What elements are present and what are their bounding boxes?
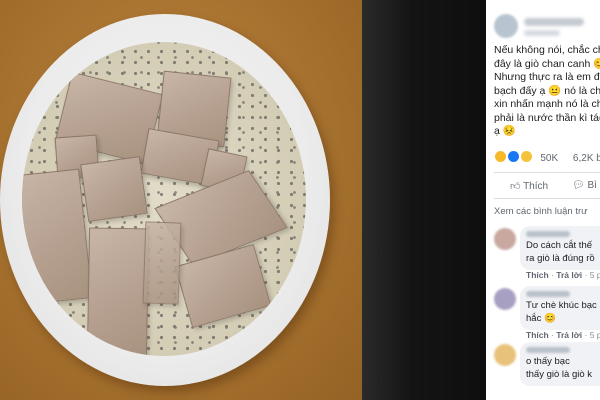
view-previous-comments-link[interactable]: Xem các bình luận trư bbox=[494, 206, 588, 217]
like-button[interactable]: 👍︎ Thích bbox=[510, 180, 548, 192]
divider bbox=[494, 172, 600, 173]
comment-text-line: hắc 😊 bbox=[526, 312, 556, 324]
comment-label: Bì bbox=[587, 180, 597, 191]
post-header bbox=[494, 12, 600, 40]
comment-time: 5 p bbox=[589, 270, 600, 280]
comment-text-line: thấy giò là giò k bbox=[526, 368, 593, 380]
reaction-count[interactable]: 50K bbox=[540, 153, 558, 164]
post-actions: 👍︎ Thích 💬︎ Bì bbox=[494, 178, 600, 196]
thumbs-up-icon: 👍︎ bbox=[510, 181, 521, 192]
jelly-block bbox=[80, 156, 148, 222]
facebook-post-panel: Nếu không nói, chắc ch đây là giò chan c… bbox=[486, 0, 600, 400]
commenter-name-blurred[interactable] bbox=[526, 231, 570, 237]
bowl-syrup bbox=[22, 42, 306, 356]
jelly-block bbox=[86, 227, 150, 356]
comment-time: 5 p bbox=[589, 330, 600, 340]
comment-meta: Thích · Trả lời · 5 p bbox=[526, 270, 600, 280]
post-text-line: ạ 😣 bbox=[494, 125, 516, 137]
commenter-avatar[interactable] bbox=[494, 288, 516, 310]
post-text-line: phải là nước thần kì tác bbox=[494, 111, 600, 124]
comment: Do cách cắt thế ra giò là đúng rồ Thích … bbox=[494, 226, 600, 286]
comment-button[interactable]: 💬︎ Bì bbox=[572, 180, 597, 191]
comment-bubble: Do cách cắt thế ra giò là đúng rồ bbox=[520, 226, 600, 270]
comment-icon: 💬︎ bbox=[572, 180, 585, 191]
divider bbox=[494, 198, 600, 199]
sad-reaction-icon bbox=[519, 150, 533, 163]
post-text-line: bạch đấy ạ 😐 nó là chè bbox=[494, 84, 600, 97]
commenter-avatar[interactable] bbox=[494, 344, 516, 366]
commenter-name-blurred[interactable] bbox=[526, 291, 570, 297]
like-label: Thích bbox=[523, 181, 549, 192]
comment-like-link[interactable]: Thích bbox=[526, 330, 549, 340]
haha-reaction-icon bbox=[494, 150, 507, 163]
reactions-bar[interactable]: 50K 6,2K bì bbox=[494, 150, 600, 168]
comment-meta: Thích · Trả lời · 5 p bbox=[526, 330, 600, 340]
comment-bubble: o thấy bạc thấy giò là giò k bbox=[520, 342, 600, 386]
comment-text-line: ra giò là đúng rồ bbox=[526, 252, 595, 264]
post-text: Nếu không nói, chắc ch đây là giò chan c… bbox=[494, 44, 600, 139]
comment-reply-link[interactable]: Trả lời bbox=[556, 330, 582, 340]
commenter-name-blurred[interactable] bbox=[526, 347, 570, 353]
comment: Tư chè khúc bạc hắc 😊 Thích · Trả lời · … bbox=[494, 286, 600, 346]
comment-text-line: Tư chè khúc bạc bbox=[526, 300, 597, 311]
comment-reply-link[interactable]: Trả lời bbox=[556, 270, 582, 280]
comment-count[interactable]: 6,2K bì bbox=[573, 153, 600, 164]
dessert-photo bbox=[0, 0, 362, 400]
like-reaction-icon bbox=[506, 150, 520, 163]
comment-bubble: Tư chè khúc bạc hắc 😊 bbox=[520, 286, 600, 330]
comment-like-link[interactable]: Thích bbox=[526, 270, 549, 280]
commenter-avatar[interactable] bbox=[494, 228, 516, 250]
post-text-line: đây là giò chan canh 😊 bbox=[494, 57, 600, 70]
author-name-blurred[interactable] bbox=[524, 18, 584, 26]
post-text-line: xin nhấn mạnh nó là ch bbox=[494, 98, 600, 110]
author-avatar[interactable] bbox=[494, 14, 518, 38]
post-text-line: Nhưng thực ra là em đa bbox=[494, 71, 600, 83]
jelly-block bbox=[142, 221, 182, 305]
comment-text-line: Do cách cắt thế bbox=[526, 240, 593, 251]
bowl bbox=[0, 14, 330, 386]
post-text-line: Nếu không nói, chắc ch bbox=[494, 44, 600, 56]
comment-text-line: o thấy bạc bbox=[526, 356, 570, 367]
comment: o thấy bạc thấy giò là giò k bbox=[494, 342, 600, 400]
dark-background bbox=[362, 0, 486, 400]
post-time-blurred bbox=[524, 30, 560, 36]
